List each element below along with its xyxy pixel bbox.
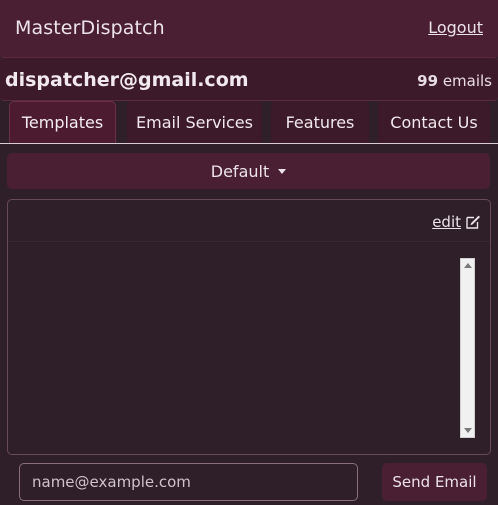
account-bar: dispatcher@gmail.com 99 emails <box>0 57 498 101</box>
tab-email-services[interactable]: Email Services <box>127 101 262 143</box>
email-count-unit: emails <box>442 72 492 90</box>
template-body[interactable] <box>16 252 458 437</box>
scroll-up-arrow-icon[interactable] <box>464 263 472 268</box>
tab-features[interactable]: Features <box>271 101 369 143</box>
template-dropdown[interactable]: Default <box>7 153 490 189</box>
logout-link[interactable]: Logout <box>428 18 483 37</box>
tab-label: Features <box>285 112 355 132</box>
tab-label: Templates <box>21 113 104 132</box>
recipient-email-input[interactable] <box>19 463 358 501</box>
pencil-square-icon <box>466 215 480 229</box>
tab-contact-us[interactable]: Contact Us <box>378 101 490 143</box>
send-email-button[interactable]: Send Email <box>382 463 487 501</box>
template-dropdown-value: Default <box>210 161 270 181</box>
tab-templates[interactable]: Templates <box>9 101 116 143</box>
tab-divider <box>0 143 498 144</box>
scroll-down-arrow-icon[interactable] <box>464 428 472 433</box>
email-count: 99 emails <box>417 72 492 90</box>
tab-bar: Templates Email Services Features Contac… <box>0 101 498 145</box>
email-count-number: 99 <box>417 72 439 90</box>
caret-down-icon <box>278 168 287 174</box>
app-title: MasterDispatch <box>15 17 165 39</box>
editor-header: edit <box>8 200 490 242</box>
template-editor-panel: edit <box>7 199 491 455</box>
top-navbar: MasterDispatch Logout <box>0 0 498 57</box>
edit-label: edit <box>432 213 461 231</box>
tab-label: Contact Us <box>390 112 478 132</box>
editor-scrollbar[interactable] <box>460 258 475 438</box>
tab-label: Email Services <box>136 112 253 132</box>
edit-template-link[interactable]: edit <box>432 213 481 231</box>
account-email: dispatcher@gmail.com <box>5 69 249 91</box>
